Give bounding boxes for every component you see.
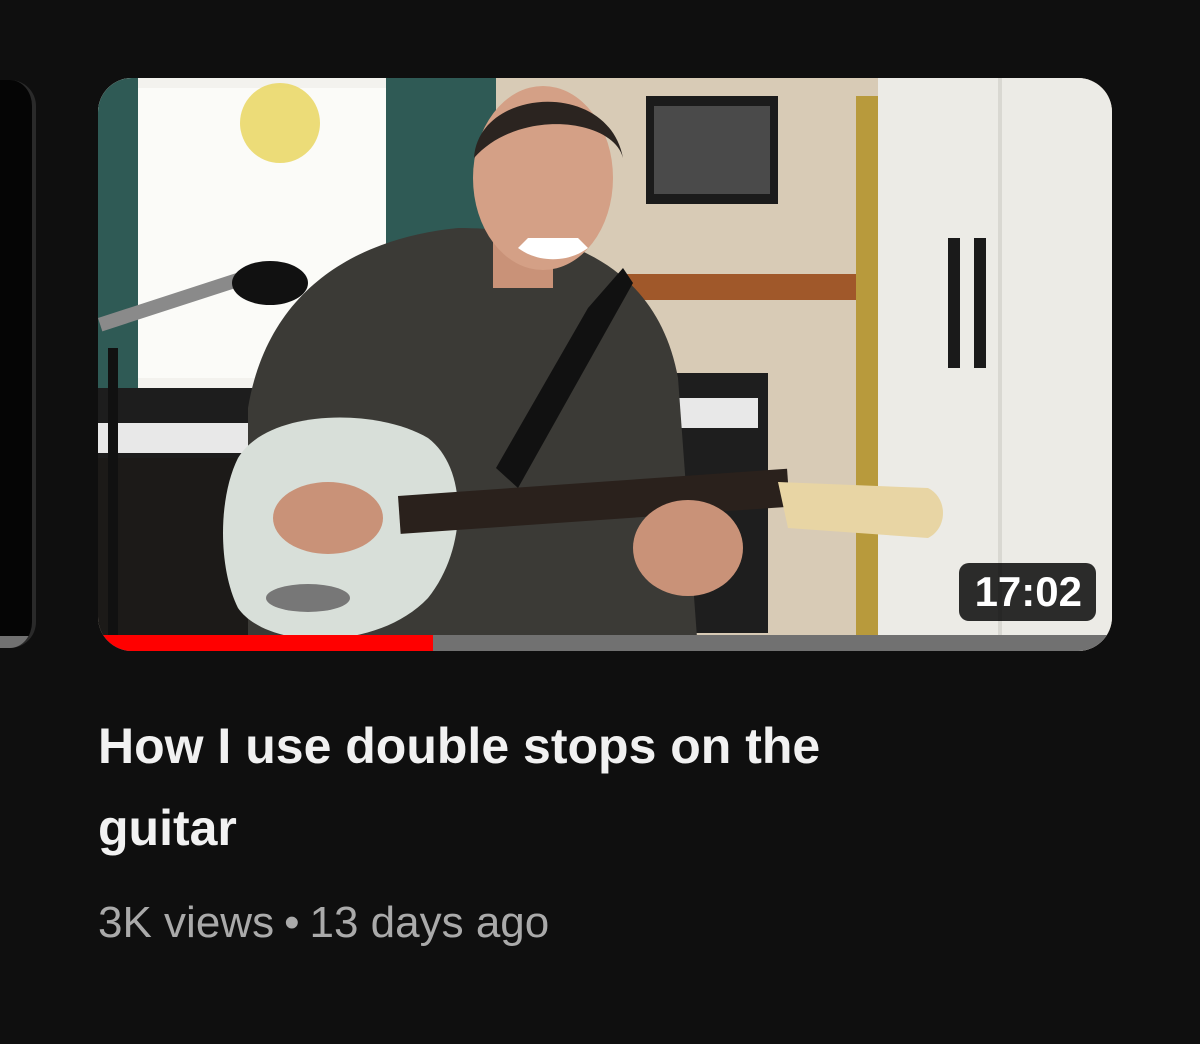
video-title[interactable]: How I use double stops on the guitar	[98, 705, 898, 869]
video-metadata: 3K views • 13 days ago	[98, 895, 998, 951]
upload-age: 13 days ago	[309, 898, 550, 947]
video-grid: 17:02 How I use double stops on the guit…	[0, 0, 1200, 1044]
thumbnail-image	[98, 78, 1112, 651]
video-card[interactable]: 17:02	[98, 78, 1112, 651]
video-duration-badge: 17:02	[958, 563, 1096, 621]
view-count: 3K views	[98, 898, 275, 947]
video-thumbnail[interactable]: 17:02	[98, 78, 1112, 651]
watch-progress-track	[98, 635, 1112, 651]
watch-progress-fill	[98, 635, 433, 651]
video-details: How I use double stops on the guitar 3K …	[98, 705, 998, 951]
previous-video-card[interactable]	[0, 80, 36, 648]
previous-progress-track	[0, 636, 32, 648]
meta-separator: •	[284, 898, 300, 947]
